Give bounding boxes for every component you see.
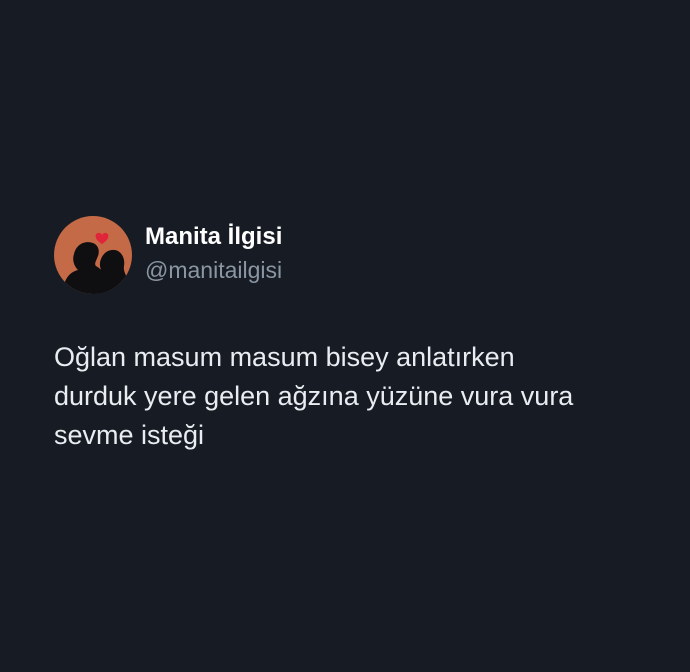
tweet-card: Manita İlgisi @manitailgisi Oğlan masum … bbox=[0, 0, 690, 672]
author-identity: Manita İlgisi @manitailgisi bbox=[145, 222, 282, 285]
user-handle[interactable]: @manitailgisi bbox=[145, 255, 282, 285]
tweet-header: Manita İlgisi @manitailgisi bbox=[54, 216, 282, 294]
avatar[interactable] bbox=[54, 216, 132, 294]
couple-silhouette-icon bbox=[54, 216, 132, 294]
display-name[interactable]: Manita İlgisi bbox=[145, 222, 282, 252]
tweet-text: Oğlan masum masum bisey anlatırken durdu… bbox=[54, 342, 574, 450]
